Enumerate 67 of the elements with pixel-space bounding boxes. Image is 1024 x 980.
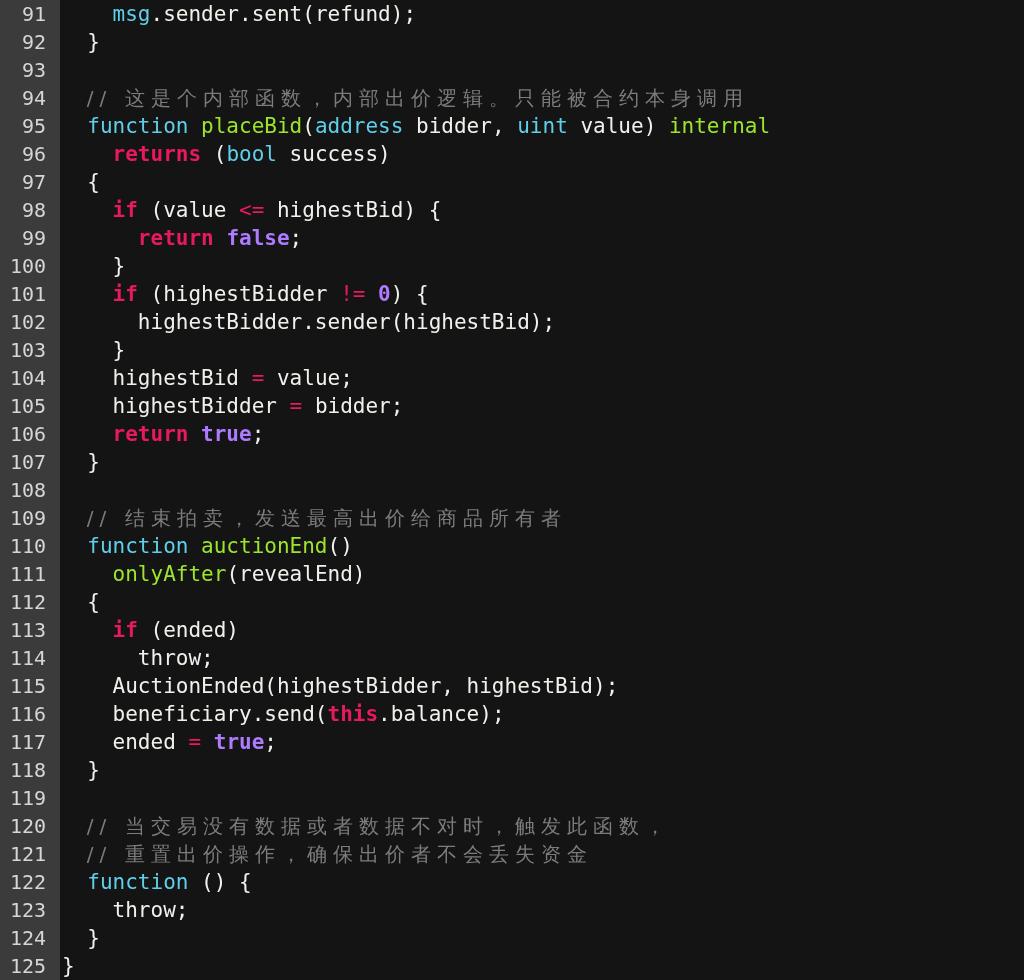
line-number: 91: [0, 0, 60, 28]
code-line: ended = true;: [111, 729, 277, 756]
code-line: // 重置出价操作，确保出价者不会丢失资金: [85, 841, 593, 868]
line-number: 117: [0, 728, 60, 756]
line-number: 125: [0, 952, 60, 980]
line-number: 114: [0, 644, 60, 672]
code-line: if (highestBidder != 0) {: [111, 281, 429, 308]
code-line: return false;: [136, 225, 303, 252]
code-line: function placeBid(address bidder, uint value) internal: [86, 113, 771, 140]
line-number: 115: [0, 672, 60, 700]
code-line: // 这是个内部函数，内部出价逻辑。只能被合约本身调用: [85, 85, 749, 112]
code-line: return true;: [111, 421, 265, 448]
line-number: 120: [0, 812, 60, 840]
line-number: 93: [0, 56, 60, 84]
code-line: // 当交易没有数据或者数据不对时，触发此函数，: [85, 813, 671, 840]
code-line: // 结束拍卖，发送最高出价给商品所有者: [85, 505, 567, 532]
code-line: }: [86, 757, 100, 784]
line-number: 98: [0, 196, 60, 224]
line-number: 112: [0, 588, 60, 616]
line-number: 121: [0, 840, 60, 868]
line-number: 108: [0, 476, 60, 504]
line-number: 92: [0, 28, 60, 56]
line-number: 124: [0, 924, 60, 952]
line-number: 95: [0, 112, 60, 140]
line-number: 105: [0, 392, 60, 420]
line-number: 109: [0, 504, 60, 532]
line-number: 101: [0, 280, 60, 308]
code-line: onlyAfter(revealEnd): [111, 561, 366, 588]
code-line: }: [86, 449, 100, 476]
line-number: 104: [0, 364, 60, 392]
code-line: }: [111, 253, 126, 280]
code-line: function () {: [86, 869, 252, 896]
code-line: function auctionEnd(): [86, 533, 353, 560]
line-number: 107: [0, 448, 60, 476]
code-line: }: [86, 925, 100, 952]
line-number: 94: [0, 84, 60, 112]
code-line: highestBidder.sender(highestBid);: [136, 309, 556, 336]
code-line: highestBid = value;: [111, 365, 353, 392]
code-line: throw;: [136, 645, 214, 672]
code-line: beneficiary.send(this.balance);: [111, 701, 505, 728]
code-line: }: [62, 953, 75, 980]
code-line: msg.sender.sent(refund);: [111, 1, 417, 28]
line-number: 111: [0, 560, 60, 588]
code-line: if (value <= highestBid) {: [111, 197, 442, 224]
code-line: }: [86, 29, 100, 56]
line-number: 110: [0, 532, 60, 560]
line-number: 100: [0, 252, 60, 280]
line-number: 118: [0, 756, 60, 784]
line-number: 97: [0, 168, 60, 196]
code-line: }: [111, 337, 126, 364]
code-line: throw;: [111, 897, 189, 924]
line-number: 103: [0, 336, 60, 364]
line-number: 102: [0, 308, 60, 336]
code-line: AuctionEnded(highestBidder, highestBid);: [111, 673, 619, 700]
code-line: if (ended): [111, 617, 239, 644]
line-number: 99: [0, 224, 60, 252]
line-number: 113: [0, 616, 60, 644]
code-line: {: [86, 169, 100, 196]
line-number: 116: [0, 700, 60, 728]
code-line: returns (bool success): [111, 141, 391, 168]
line-number: 123: [0, 896, 60, 924]
line-number: 122: [0, 868, 60, 896]
line-number: 119: [0, 784, 60, 812]
line-number: 96: [0, 140, 60, 168]
line-number: 106: [0, 420, 60, 448]
code-line: highestBidder = bidder;: [111, 393, 404, 420]
code-line: {: [86, 589, 100, 616]
